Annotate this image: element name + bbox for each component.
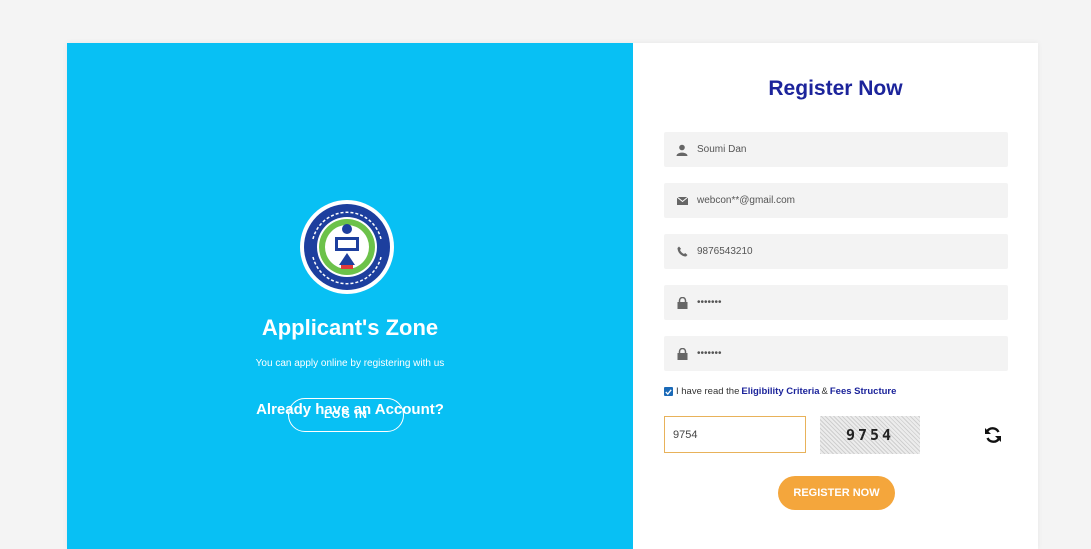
password-value: •••••••: [697, 297, 722, 308]
password-field[interactable]: •••••••: [664, 285, 1008, 320]
lock-icon: [675, 347, 689, 361]
register-now-button[interactable]: REGISTER NOW: [778, 476, 895, 510]
name-value: Soumi Dan: [697, 144, 747, 155]
applicant-zone-panel: Applicant's Zone You can apply online by…: [67, 43, 633, 549]
register-card: Applicant's Zone You can apply online by…: [67, 43, 1038, 549]
register-title: Register Now: [768, 77, 903, 100]
user-icon: [675, 143, 689, 157]
captcha-text: 9754: [845, 426, 895, 444]
terms-checkbox[interactable]: [664, 387, 673, 396]
login-button[interactable]: LOG IN: [288, 398, 404, 432]
applicant-zone-subtitle: You can apply online by registering with…: [255, 358, 445, 369]
phone-icon: [675, 245, 689, 259]
applicant-zone-title: Applicant's Zone: [261, 315, 439, 340]
confirm-password-value: •••••••: [697, 348, 722, 359]
register-panel: Register Now Soumi Dan webcon**@gmail.co…: [633, 43, 1038, 549]
captcha-image: 9754: [820, 416, 920, 454]
name-field[interactable]: Soumi Dan: [664, 132, 1008, 167]
lock-icon: [675, 296, 689, 310]
fees-structure-link[interactable]: Fees Structure: [830, 386, 897, 397]
terms-checkbox-row: I have read the Eligibility Criteria & F…: [664, 386, 898, 397]
email-value: webcon**@gmail.com: [697, 195, 795, 206]
confirm-password-field[interactable]: •••••••: [664, 336, 1008, 371]
ampersand-text: &: [821, 386, 828, 397]
university-logo: [300, 200, 394, 294]
refresh-icon[interactable]: [984, 426, 1002, 444]
terms-prefix-text: I have read the: [676, 386, 740, 397]
email-field[interactable]: webcon**@gmail.com: [664, 183, 1008, 218]
envelope-icon: [675, 194, 689, 208]
captcha-input[interactable]: [664, 416, 806, 453]
eligibility-criteria-link[interactable]: Eligibility Criteria: [741, 386, 819, 397]
phone-value: 9876543210: [697, 246, 753, 257]
phone-field[interactable]: 9876543210: [664, 234, 1008, 269]
